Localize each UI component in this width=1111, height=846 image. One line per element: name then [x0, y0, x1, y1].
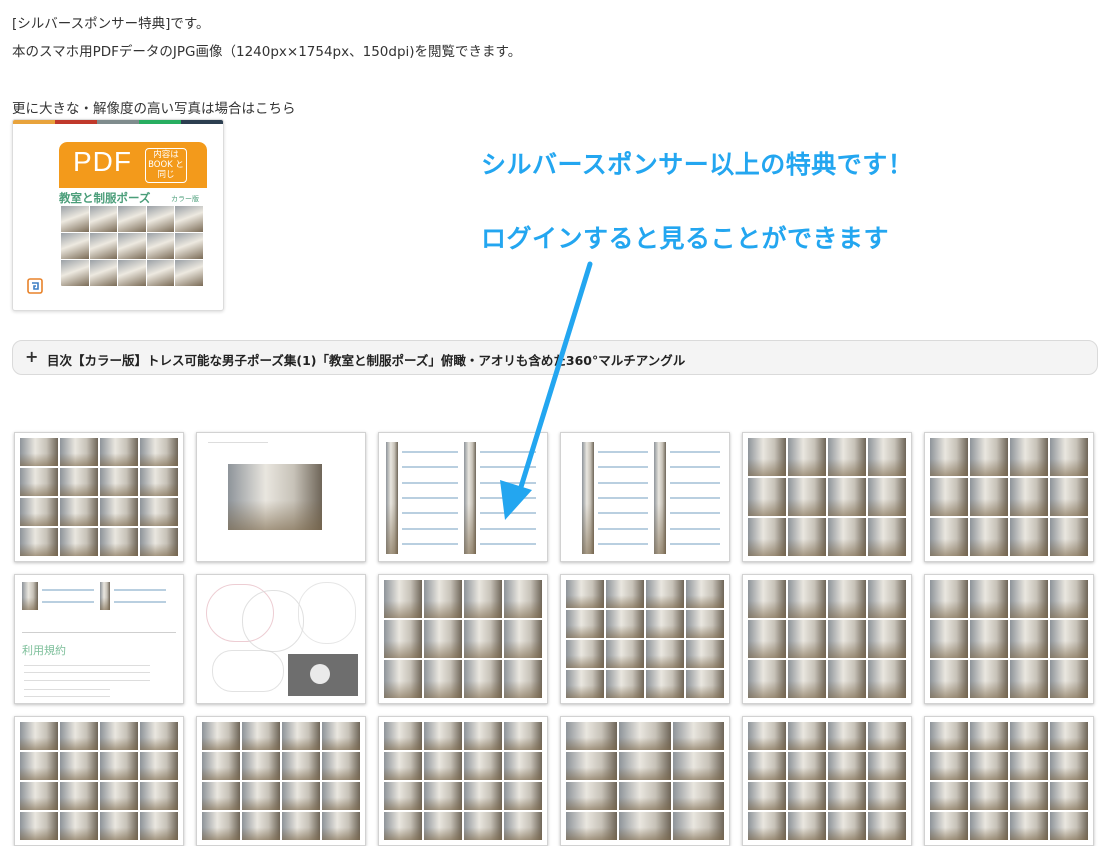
arrow-annotation-icon	[500, 261, 593, 520]
